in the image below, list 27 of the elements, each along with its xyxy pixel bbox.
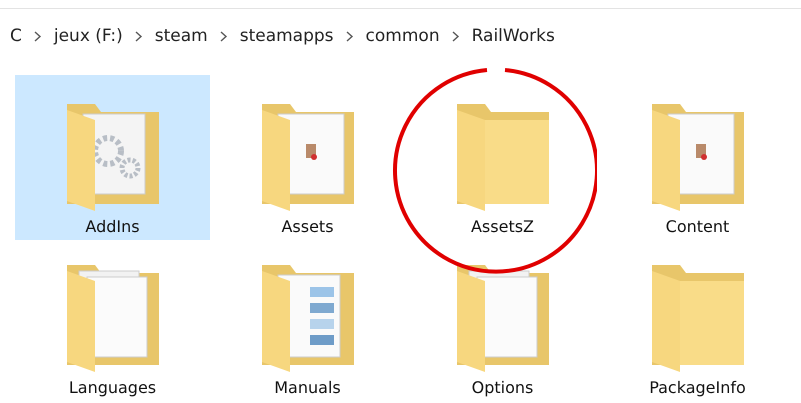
folder-item[interactable]: Manuals bbox=[210, 248, 405, 401]
breadcrumb-item[interactable]: steamapps bbox=[240, 26, 334, 46]
folder-name: Assets bbox=[281, 217, 334, 236]
chevron-icon bbox=[220, 30, 228, 42]
breadcrumb-item[interactable]: steam bbox=[154, 26, 208, 46]
folder-item[interactable]: Options bbox=[405, 248, 600, 401]
folder-name: Content bbox=[666, 217, 730, 236]
chevron-icon bbox=[346, 30, 354, 42]
folder-name: AssetsZ bbox=[470, 217, 534, 236]
folder-item[interactable]: Assets bbox=[210, 75, 405, 240]
folder-item[interactable]: PackageInfo bbox=[600, 248, 795, 401]
chevron-icon bbox=[452, 30, 460, 42]
folder-name: PackageInfo bbox=[649, 378, 746, 397]
folder-name: Languages bbox=[68, 378, 156, 397]
folder-item[interactable]: AddIns bbox=[15, 75, 210, 240]
folder-item[interactable]: Languages bbox=[15, 248, 210, 401]
chevron-icon bbox=[34, 30, 42, 42]
folder-name: Manuals bbox=[274, 378, 341, 397]
breadcrumb-item[interactable]: jeux (F:) bbox=[54, 26, 123, 46]
breadcrumb-item[interactable]: C bbox=[10, 26, 22, 46]
breadcrumb-item[interactable]: common bbox=[366, 26, 440, 46]
folder-item[interactable]: Content bbox=[600, 75, 795, 240]
folder-name: Options bbox=[472, 378, 534, 397]
folder-name: AddIns bbox=[85, 217, 140, 236]
breadcrumb-item[interactable]: RailWorks bbox=[472, 26, 555, 46]
folder-item[interactable]: AssetsZ bbox=[405, 75, 600, 240]
chevron-icon bbox=[134, 30, 143, 42]
